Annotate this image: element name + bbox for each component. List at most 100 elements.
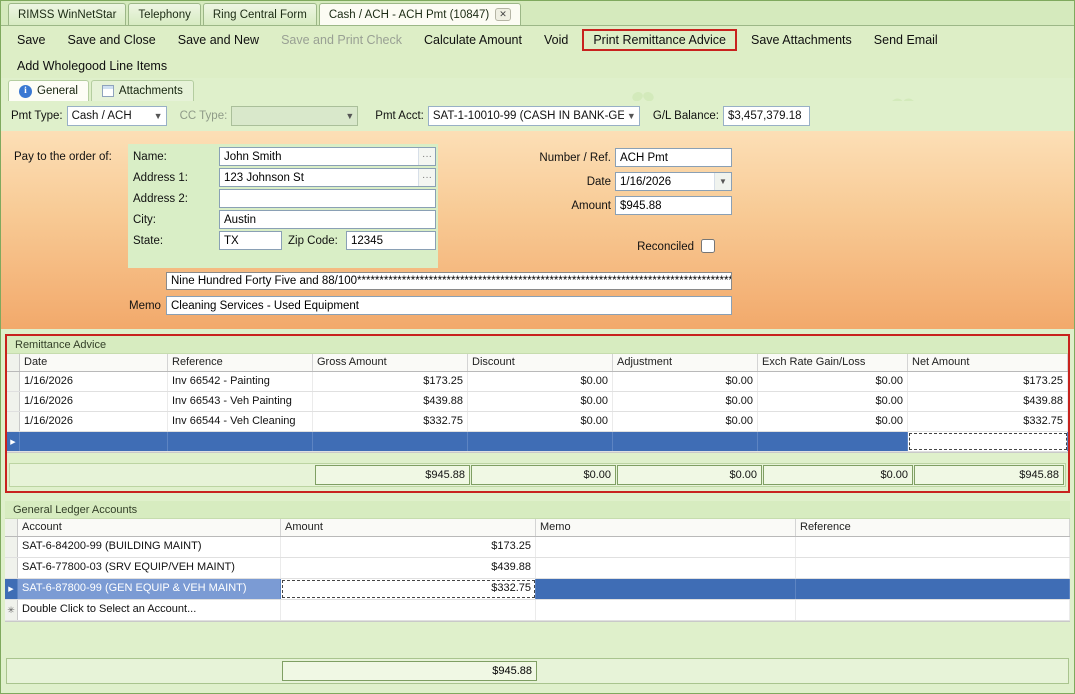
row-indicator [5, 558, 18, 578]
gl-section-title: General Ledger Accounts [5, 501, 1070, 519]
column-header-reference[interactable]: Reference [796, 519, 1070, 536]
name-field[interactable]: John Smith ··· [219, 147, 436, 166]
table-row-selected[interactable]: ▶ SAT-6-87800-99 (GEN EQUIP & VEH MAINT)… [5, 579, 1070, 600]
table-row-selected-empty[interactable]: ▶ [7, 432, 1068, 452]
memo-label: Memo [129, 300, 161, 312]
save-attachments-button[interactable]: Save Attachments [740, 29, 863, 51]
save-and-new-button[interactable]: Save and New [167, 29, 270, 51]
ellipsis-lookup-button[interactable]: ··· [418, 169, 435, 186]
cc-type-select: ▼ [231, 106, 359, 126]
cell-net-edit[interactable] [908, 432, 1068, 451]
cell-memo [536, 579, 796, 599]
city-value: Austin [224, 213, 256, 226]
chevron-down-icon: ▼ [345, 111, 355, 121]
date-field[interactable]: 1/16/2026 ▼ [615, 172, 732, 191]
general-ledger-section: General Ledger Accounts Account Amount M… [5, 501, 1070, 622]
tab-ring-central-form[interactable]: Ring Central Form [202, 3, 317, 25]
tab-label: Cash / ACH - ACH Pmt (10847) [328, 8, 490, 21]
info-icon: i [19, 84, 32, 98]
cell-reference [796, 537, 1070, 557]
cell-adjustment: $0.00 [613, 412, 758, 431]
table-row[interactable]: SAT-6-84200-99 (BUILDING MAINT) $173.25 [5, 537, 1070, 558]
save-and-close-button[interactable]: Save and Close [57, 29, 167, 51]
table-row[interactable]: 1/16/2026 Inv 66544 - Veh Cleaning $332.… [7, 412, 1068, 432]
tab-rimss-winnetstar[interactable]: RIMSS WinNetStar [8, 3, 127, 25]
column-header-adjustment[interactable]: Adjustment [613, 354, 758, 371]
cell-gross: $173.25 [313, 372, 468, 391]
tab-cash-ach-pmt[interactable]: Cash / ACH - ACH Pmt (10847) ✕ [318, 3, 521, 25]
name-value: John Smith [224, 150, 282, 163]
main-toolbar: Save Save and Close Save and New Save an… [1, 26, 1074, 53]
state-label: State: [133, 235, 164, 247]
column-header-amount[interactable]: Amount [281, 519, 536, 536]
cell-net: $439.88 [908, 392, 1068, 411]
gl-balance-value: $3,457,379.18 [727, 110, 802, 122]
ellipsis-lookup-button[interactable]: ··· [418, 148, 435, 165]
cell-adjustment: $0.00 [613, 392, 758, 411]
tab-general[interactable]: i General [8, 80, 89, 101]
city-label: City: [133, 214, 156, 226]
gl-grid-header: Account Amount Memo Reference [5, 519, 1070, 537]
gl-balance-field[interactable]: $3,457,379.18 [722, 106, 810, 126]
pmt-type-select[interactable]: Cash / ACH ▼ [66, 106, 167, 126]
reconciled-label: Reconciled [637, 241, 694, 253]
zip-field[interactable]: 12345 [346, 231, 436, 250]
tab-telephony[interactable]: Telephony [128, 3, 201, 25]
table-row[interactable]: 1/16/2026 Inv 66543 - Veh Painting $439.… [7, 392, 1068, 412]
column-header-memo[interactable]: Memo [536, 519, 796, 536]
cell-reference [796, 600, 1070, 620]
cell-account-placeholder: Double Click to Select an Account... [18, 600, 281, 620]
row-indicator-arrow-icon: ▶ [5, 579, 18, 599]
cell-account: SAT-6-77800-03 (SRV EQUIP/VEH MAINT) [18, 558, 281, 578]
column-header-discount[interactable]: Discount [468, 354, 613, 371]
row-indicator [7, 372, 20, 391]
total-discount: $0.00 [471, 465, 616, 485]
reconciled-checkbox[interactable] [701, 239, 715, 253]
cell-exch: $0.00 [758, 372, 908, 391]
number-ref-field[interactable]: ACH Pmt [615, 148, 732, 167]
cell-reference [796, 558, 1070, 578]
print-remittance-advice-button[interactable]: Print Remittance Advice [582, 28, 738, 51]
column-header-account[interactable]: Account [18, 519, 281, 536]
amount-label: Amount [571, 200, 611, 212]
calculate-amount-button[interactable]: Calculate Amount [413, 29, 533, 51]
zip-label: Zip Code: [288, 235, 338, 247]
state-field[interactable]: TX [219, 231, 282, 250]
address1-field[interactable]: 123 Johnson St ··· [219, 168, 436, 187]
cell-amount: $173.25 [281, 537, 536, 557]
tab-attachments[interactable]: Attachments [90, 80, 194, 101]
void-button[interactable]: Void [533, 29, 579, 51]
close-tab-icon[interactable]: ✕ [495, 8, 511, 21]
number-ref-value: ACH Pmt [620, 151, 668, 164]
column-header-reference[interactable]: Reference [168, 354, 313, 371]
save-and-print-check-button: Save and Print Check [281, 32, 402, 47]
table-row-new[interactable]: ✳ Double Click to Select an Account... [5, 600, 1070, 621]
chevron-down-icon: ▼ [626, 111, 636, 121]
cell-exch: $0.00 [758, 392, 908, 411]
pmt-acct-select[interactable]: SAT-1-10010-99 (CASH IN BANK-GE... ▼ [427, 106, 640, 126]
chevron-down-icon: ▼ [153, 111, 163, 121]
memo-field[interactable]: Cleaning Services - Used Equipment [166, 296, 732, 315]
column-header-net-amount[interactable]: Net Amount [908, 354, 1068, 371]
amount-in-words-value: Nine Hundred Forty Five and 88/100******… [171, 275, 732, 287]
column-header-gross-amount[interactable]: Gross Amount [313, 354, 468, 371]
table-row[interactable]: 1/16/2026 Inv 66542 - Painting $173.25 $… [7, 372, 1068, 392]
address2-field[interactable] [219, 189, 436, 208]
tab-label: Telephony [138, 8, 191, 21]
save-button[interactable]: Save [6, 29, 57, 51]
cell-amount-edit[interactable]: $332.75 [281, 579, 536, 599]
cell-discount: $0.00 [468, 412, 613, 431]
add-wholegood-line-items-button[interactable]: Add Wholegood Line Items [6, 55, 178, 77]
city-field[interactable]: Austin [219, 210, 436, 229]
column-header-date[interactable]: Date [20, 354, 168, 371]
cell-discount [468, 432, 613, 451]
chevron-down-icon[interactable]: ▼ [714, 173, 731, 190]
table-row[interactable]: SAT-6-77800-03 (SRV EQUIP/VEH MAINT) $43… [5, 558, 1070, 579]
cell-amount [281, 600, 536, 620]
remittance-advice-section: Remittance Advice Date Reference Gross A… [5, 334, 1070, 493]
row-indicator-arrow-icon: ▶ [7, 432, 20, 451]
column-header-exch-rate[interactable]: Exch Rate Gain/Loss [758, 354, 908, 371]
gl-grid: Account Amount Memo Reference SAT-6-8420… [5, 519, 1070, 622]
send-email-button[interactable]: Send Email [863, 29, 949, 51]
amount-field[interactable]: $945.88 [615, 196, 732, 215]
